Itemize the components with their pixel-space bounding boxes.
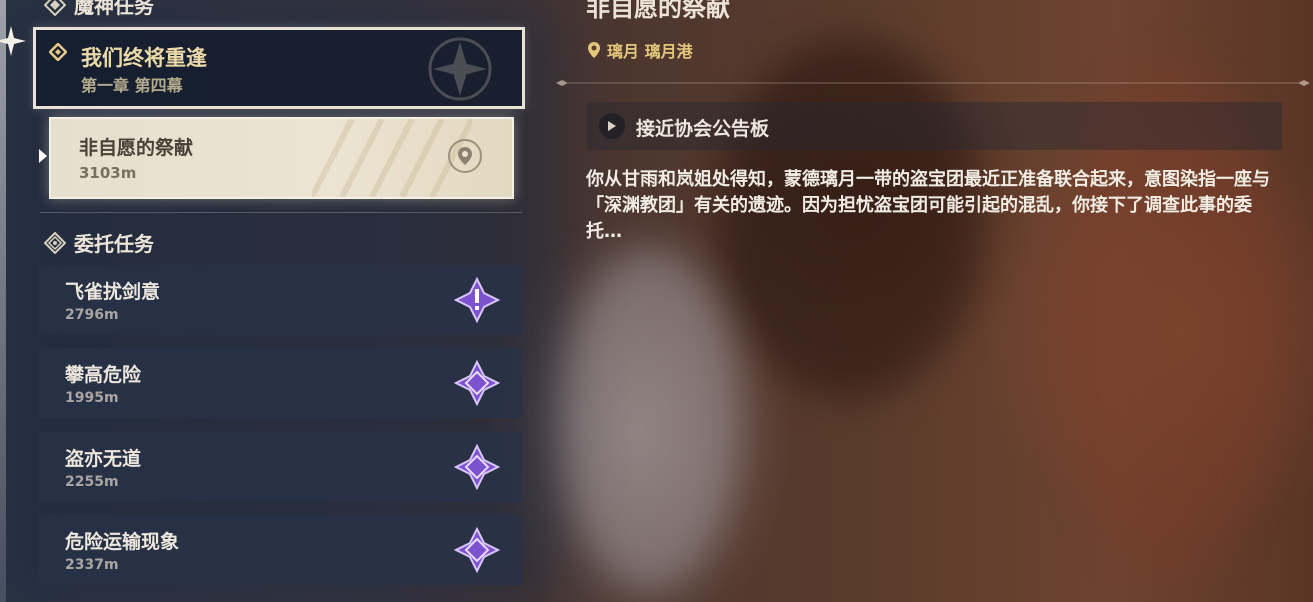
subquest-distance: 3103m xyxy=(79,164,137,182)
quest-detail-title: 非自愿的祭献 xyxy=(586,0,730,22)
quest-location-label: 璃月 璃月港 xyxy=(607,42,693,61)
archon-quest-icon xyxy=(44,0,66,16)
commission-quest-header-label: 委托任务 xyxy=(74,232,154,256)
commission-item[interactable]: 攀高危险 1995m xyxy=(38,348,522,418)
archon-quest-chapter: 第一章 第四幕 xyxy=(81,76,183,95)
subquest-title: 非自愿的祭献 xyxy=(79,137,194,159)
commission-distance: 2255m xyxy=(65,474,119,490)
section-divider xyxy=(40,212,522,213)
archon-quest-title: 我们终将重逢 xyxy=(81,46,207,70)
quest-list-rail xyxy=(0,0,6,602)
commission-title: 攀高危险 xyxy=(65,364,142,386)
commission-star-icon xyxy=(454,527,500,573)
quest-description: 你从甘雨和岚姐处得知，蒙德璃月一带的盗宝团最近正准备联合起来，意图染指一座与「深… xyxy=(586,169,1270,242)
commission-item[interactable]: 危险运输现象 2337m xyxy=(38,515,522,585)
quest-diamond-icon xyxy=(49,43,67,61)
archon-quest-card[interactable]: 我们终将重逢 第一章 第四幕 xyxy=(33,27,525,109)
commission-item[interactable]: 飞雀扰剑意 2796m xyxy=(38,265,522,335)
commission-item[interactable]: 盗亦无道 2255m xyxy=(38,432,522,502)
commission-distance: 2337m xyxy=(65,557,119,573)
quest-objective: 接近协会公告板 xyxy=(587,102,1282,150)
commission-distance: 2796m xyxy=(65,307,119,323)
map-pin-icon xyxy=(458,147,472,165)
location-pin-icon xyxy=(588,42,600,58)
archon-quest-header-label: 魔神任务 xyxy=(74,0,154,18)
commission-distance: 1995m xyxy=(65,390,119,406)
commission-title: 飞雀扰剑意 xyxy=(65,281,161,303)
background-character xyxy=(560,250,740,590)
commission-alert-icon xyxy=(454,277,500,323)
selected-pointer-icon xyxy=(39,149,47,163)
commission-star-icon xyxy=(454,444,500,490)
sparkle-icon xyxy=(0,26,26,56)
commission-title: 盗亦无道 xyxy=(65,448,142,470)
commission-star-icon xyxy=(454,360,500,406)
archon-quest-header: 魔神任务 xyxy=(44,0,154,19)
quest-location: 璃月 璃月港 xyxy=(587,38,693,62)
subquest-card-selected[interactable]: 非自愿的祭献 3103m xyxy=(49,117,514,199)
objective-arrow-icon xyxy=(599,113,625,139)
commission-title: 危险运输现象 xyxy=(65,531,180,553)
commission-quest-header: 委托任务 xyxy=(44,228,154,257)
objective-text: 接近协会公告板 xyxy=(636,118,770,140)
track-quest-button[interactable] xyxy=(448,139,482,173)
commission-quest-icon xyxy=(44,231,66,254)
liyue-emblem-icon xyxy=(428,37,492,101)
ornamental-divider xyxy=(556,80,1310,86)
